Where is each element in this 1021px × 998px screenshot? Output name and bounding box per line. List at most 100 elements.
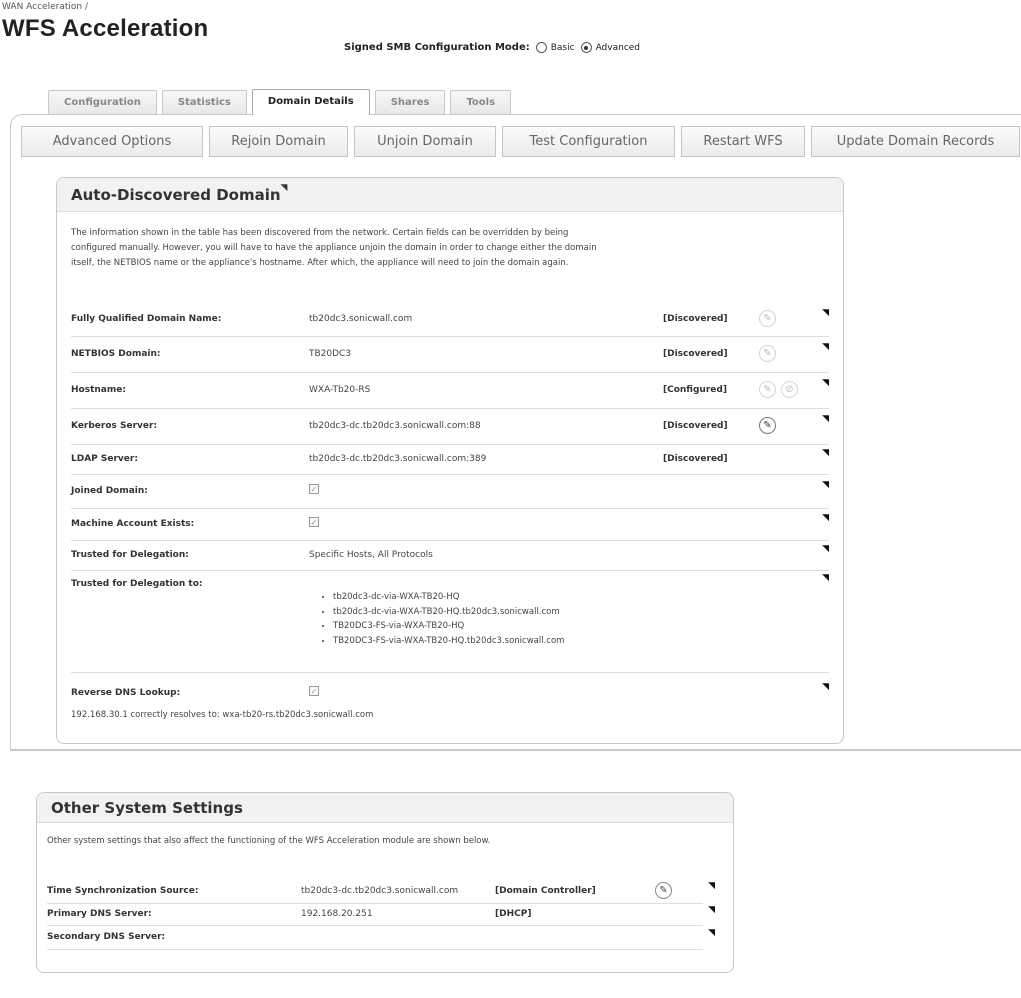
list-item: tb20dc3-dc-via-WXA-TB20-HQ.tb20dc3.sonic… <box>333 605 564 620</box>
list-item: TB20DC3-FS-via-WXA-TB20-HQ <box>333 619 564 634</box>
row-label: Trusted for Delegation: <box>71 550 189 560</box>
smb-mode-advanced[interactable]: Advanced <box>580 42 641 53</box>
row-label: LDAP Server: <box>71 454 138 464</box>
smb-mode-basic[interactable]: Basic <box>535 42 575 53</box>
row-status: [Discovered] <box>663 421 728 431</box>
radio-basic[interactable] <box>535 42 547 53</box>
update-domain-records-button[interactable]: Update Domain Records <box>811 126 1020 157</box>
auto-discovered-domain-box: Auto-Discovered Domain◥ The information … <box>56 177 844 744</box>
description-line: configured manually. However, you will h… <box>71 243 597 253</box>
other-settings-description: Other system settings that also affect t… <box>47 836 491 846</box>
row-label: Kerberos Server: <box>71 421 158 431</box>
table-row: Time Synchronization Source: tb20dc3-dc.… <box>47 877 715 904</box>
auto-discovered-domain-title: Auto-Discovered Domain <box>71 186 281 204</box>
other-settings-header: Other System Settings <box>37 793 733 823</box>
panel-bottom-divider <box>10 750 1021 751</box>
other-settings-title: Other System Settings <box>51 799 243 817</box>
pencil-icon: ✎ <box>759 345 776 362</box>
small-triangle-arrow-icon[interactable]: ◥ <box>822 378 829 388</box>
radio-advanced[interactable] <box>580 42 592 53</box>
row-value: tb20dc3-dc.tb20dc3.sonicwall.com:389 <box>309 454 487 464</box>
breadcrumb[interactable]: WAN Acceleration / <box>2 2 88 12</box>
small-triangle-arrow-icon[interactable]: ◥ <box>822 448 829 458</box>
row-label: NETBIOS Domain: <box>71 349 161 359</box>
smb-mode-selector: Signed SMB Configuration Mode: Basic Adv… <box>344 42 640 53</box>
pencil-icon[interactable]: ✎ <box>759 417 776 434</box>
table-row: Kerberos Server: tb20dc3-dc.tb20dc3.soni… <box>71 408 829 445</box>
table-row: LDAP Server: tb20dc3-dc.tb20dc3.sonicwal… <box>71 444 829 475</box>
pencil-icon: ✎ <box>759 381 776 398</box>
page-title: WFS Acceleration <box>2 15 209 42</box>
table-row: Fully Qualified Domain Name: tb20dc3.son… <box>71 304 829 337</box>
advanced-options-button[interactable]: Advanced Options <box>21 126 203 157</box>
row-label: Reverse DNS Lookup: <box>71 688 181 698</box>
rejoin-domain-button[interactable]: Rejoin Domain <box>209 126 348 157</box>
pencil-icon: ✎ <box>759 310 776 327</box>
small-triangle-arrow-icon[interactable]: ◥ <box>708 928 715 938</box>
row-status: [Discovered] <box>663 314 728 324</box>
table-row: Hostname: WXA-Tb20-RS [Configured] ✎ ⊘ ◥ <box>71 372 829 409</box>
smb-mode-basic-label: Basic <box>550 42 575 53</box>
table-row: Secondary DNS Server: ◥ <box>47 925 715 950</box>
no-entry-icon: ⊘ <box>781 381 798 398</box>
row-label: Machine Account Exists: <box>71 519 195 529</box>
small-triangle-arrow-icon[interactable]: ◥ <box>822 414 829 424</box>
action-button-bar: Advanced Options Rejoin Domain Unjoin Do… <box>21 126 1020 157</box>
reverse-dns-row: Reverse DNS Lookup: ✓ ◥ 192.168.30.1 cor… <box>71 672 829 732</box>
small-triangle-arrow-icon[interactable]: ◥ <box>822 308 829 318</box>
joined-domain-checkbox: ✓ <box>309 484 319 494</box>
small-triangle-arrow-icon[interactable]: ◥ <box>822 682 829 692</box>
row-label: Secondary DNS Server: <box>47 932 166 942</box>
tab-domain-details[interactable]: Domain Details <box>251 89 370 115</box>
title-arrow-icon: ◥ <box>280 183 288 193</box>
delegation-host-list: tb20dc3-dc-via-WXA-TB20-HQ tb20dc3-dc-vi… <box>321 590 564 648</box>
table-row: Trusted for Delegation to: tb20dc3-dc-vi… <box>71 570 829 673</box>
tab-configuration[interactable]: Configuration <box>48 90 157 114</box>
row-status: [Configured] <box>663 385 727 395</box>
pencil-icon[interactable]: ✎ <box>655 882 672 899</box>
row-label: Trusted for Delegation to: <box>71 579 203 589</box>
row-label: Hostname: <box>71 385 126 395</box>
row-value: TB20DC3 <box>309 349 352 359</box>
unjoin-domain-button[interactable]: Unjoin Domain <box>354 126 496 157</box>
row-status: [DHCP] <box>495 909 532 919</box>
tab-tools[interactable]: Tools <box>450 90 512 114</box>
table-row: Primary DNS Server: 192.168.20.251 [DHCP… <box>47 903 715 926</box>
reverse-dns-checkbox: ✓ <box>309 686 319 696</box>
description-line: The information shown in the table has b… <box>71 228 569 238</box>
small-triangle-arrow-icon[interactable]: ◥ <box>822 513 829 523</box>
row-value: tb20dc3-dc.tb20dc3.sonicwall.com <box>301 886 459 896</box>
reverse-dns-note: 192.168.30.1 correctly resolves to: wxa-… <box>71 710 374 720</box>
small-triangle-arrow-icon[interactable]: ◥ <box>822 573 829 583</box>
small-triangle-arrow-icon[interactable]: ◥ <box>708 905 715 915</box>
row-label: Joined Domain: <box>71 486 148 496</box>
table-row: Joined Domain: ✓ ◥ <box>71 474 829 509</box>
row-value: 192.168.20.251 <box>301 909 373 919</box>
row-label: Time Synchronization Source: <box>47 886 199 896</box>
small-triangle-arrow-icon[interactable]: ◥ <box>822 544 829 554</box>
list-item: tb20dc3-dc-via-WXA-TB20-HQ <box>333 590 564 605</box>
tab-shares[interactable]: Shares <box>374 90 446 114</box>
small-triangle-arrow-icon[interactable]: ◥ <box>708 881 715 891</box>
small-triangle-arrow-icon[interactable]: ◥ <box>822 480 829 490</box>
row-label: Fully Qualified Domain Name: <box>71 314 222 324</box>
other-system-settings-box: Other System Settings Other system setti… <box>36 792 734 973</box>
auto-discovered-domain-header: Auto-Discovered Domain◥ <box>57 178 843 212</box>
smb-mode-label: Signed SMB Configuration Mode: <box>344 42 530 53</box>
test-configuration-button[interactable]: Test Configuration <box>502 126 675 157</box>
tab-statistics[interactable]: Statistics <box>161 90 247 114</box>
restart-wfs-button[interactable]: Restart WFS <box>681 126 805 157</box>
table-row: Machine Account Exists: ✓ ◥ <box>71 508 829 541</box>
small-triangle-arrow-icon[interactable]: ◥ <box>822 342 829 352</box>
smb-mode-advanced-label: Advanced <box>595 42 641 53</box>
row-value: Specific Hosts, All Protocols <box>309 550 433 560</box>
row-status: [Discovered] <box>663 454 728 464</box>
machine-account-checkbox: ✓ <box>309 517 319 527</box>
auto-discovered-description: The information shown in the table has b… <box>71 226 597 271</box>
description-line: itself, the NETBIOS name or the applianc… <box>71 258 569 268</box>
tab-bar: Configuration Statistics Domain Details … <box>48 89 512 115</box>
row-status: [Domain Controller] <box>495 886 596 896</box>
row-value: WXA-Tb20-RS <box>309 385 371 395</box>
row-value: tb20dc3-dc.tb20dc3.sonicwall.com:88 <box>309 421 481 431</box>
list-item: TB20DC3-FS-via-WXA-TB20-HQ.tb20dc3.sonic… <box>333 634 564 649</box>
